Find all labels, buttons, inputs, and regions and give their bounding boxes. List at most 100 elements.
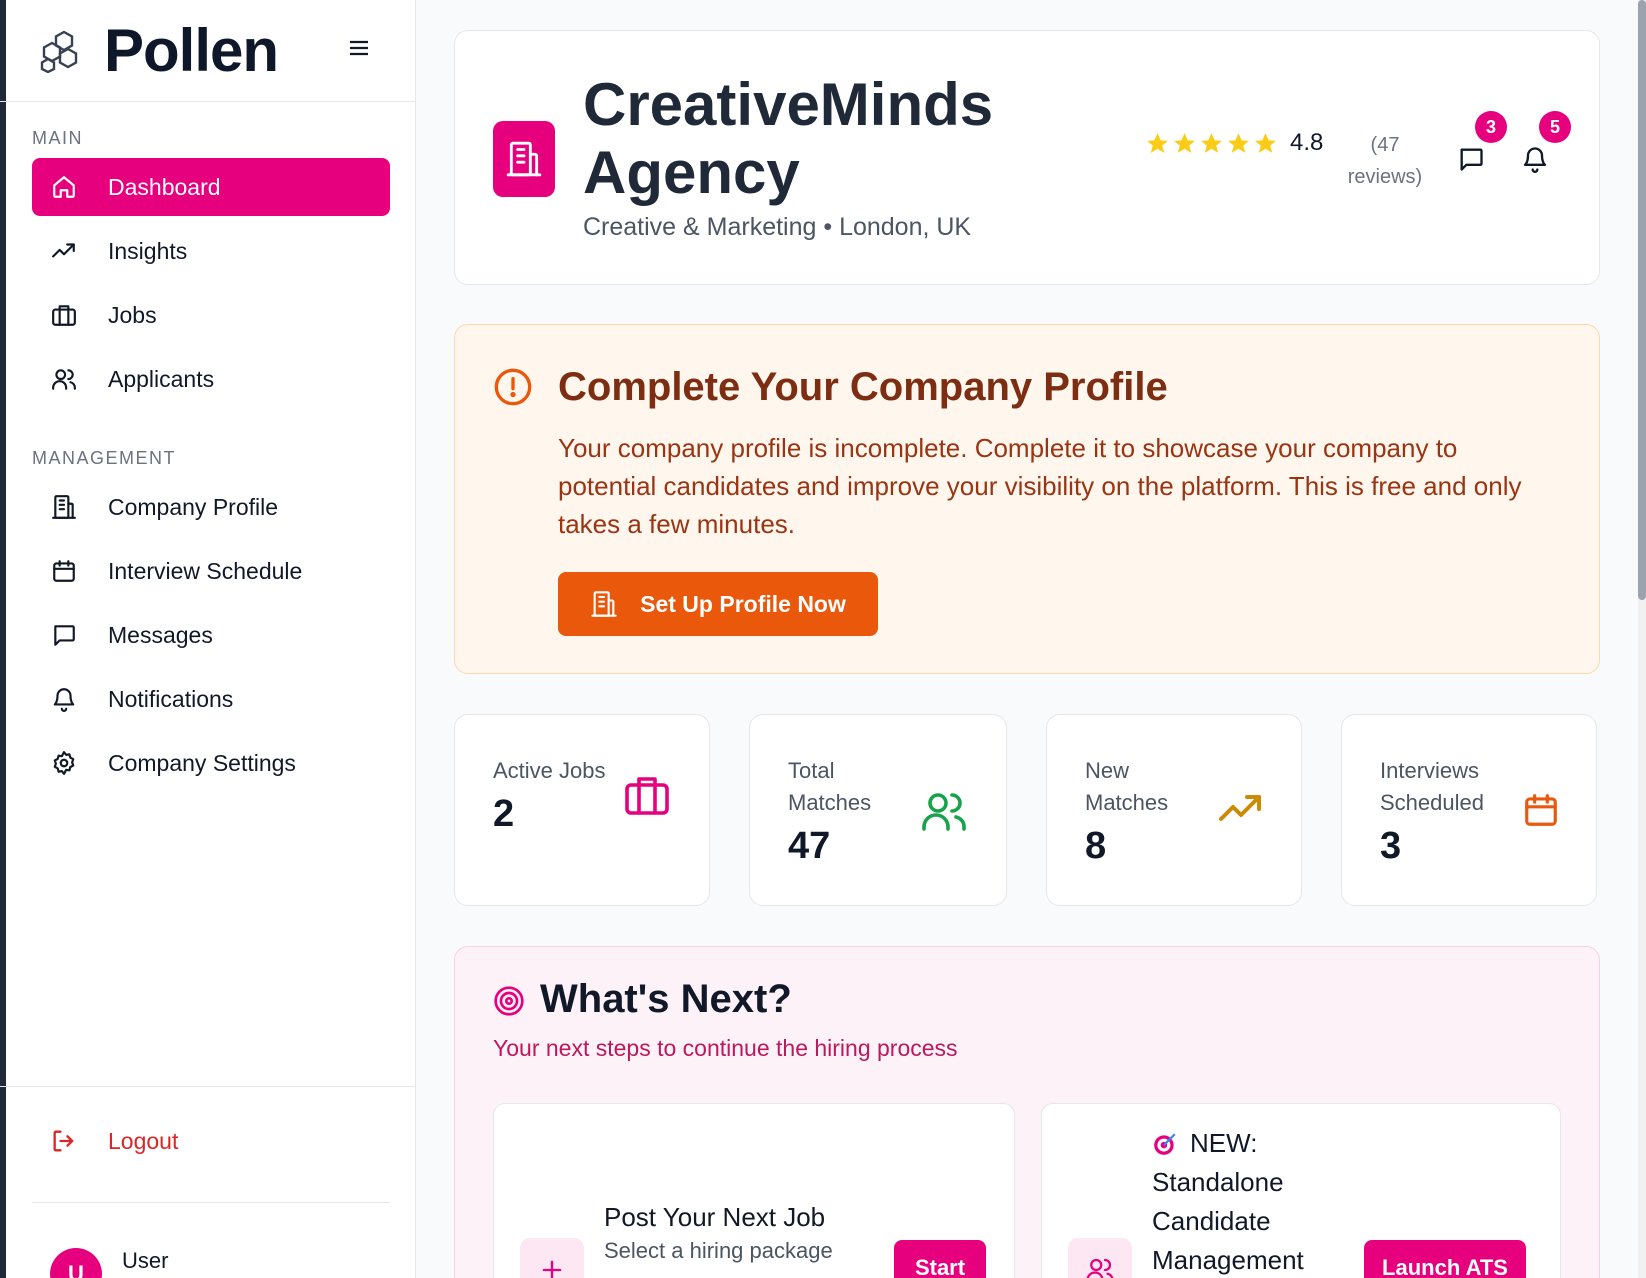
sidebar-item-label: Company Settings xyxy=(108,749,296,776)
bell-icon[interactable] xyxy=(1521,145,1549,173)
sidebar-item-label: Messages xyxy=(108,621,213,648)
messages-badge: 3 xyxy=(1475,111,1507,143)
next-step-launch-ats[interactable]: NEW: Standalone Candidate Management Lau… xyxy=(1041,1103,1561,1278)
star-icon xyxy=(1201,132,1222,153)
sidebar-item-label: Notifications xyxy=(108,685,234,712)
user-name: User xyxy=(122,1248,169,1273)
start-button[interactable]: Start xyxy=(894,1240,986,1278)
plus-icon xyxy=(520,1238,584,1278)
stat-card-active-jobs: Active Jobs 2 xyxy=(454,714,710,906)
company-name: CreativeMinds Agency xyxy=(583,71,994,206)
bell-icon xyxy=(50,685,78,713)
pollen-logo-icon xyxy=(40,30,78,73)
stat-card-interviews-scheduled: Interviews Scheduled 3 xyxy=(1341,714,1597,906)
review-count: (47 reviews) xyxy=(1347,134,1423,188)
brand-header: Pollen xyxy=(0,0,415,102)
users-icon xyxy=(1068,1238,1132,1278)
launch-ats-button[interactable]: Launch ATS xyxy=(1364,1240,1526,1278)
stat-label: New Matches xyxy=(1085,758,1169,815)
next-step-post-job[interactable]: Post Your Next Job Select a hiring packa… xyxy=(493,1103,1015,1278)
set-up-profile-button[interactable]: Set Up Profile Now xyxy=(558,572,878,636)
sidebar-item-label: Dashboard xyxy=(108,173,221,200)
building-icon xyxy=(506,141,542,177)
stat-value: 3 xyxy=(1380,825,1402,867)
stat-label: Active Jobs xyxy=(493,758,606,783)
sidebar: Pollen MAIN Dashboard Insights Jobs Appl… xyxy=(0,0,416,1278)
stat-card-new-matches: New Matches 8 xyxy=(1046,714,1302,906)
rating: 4.8 xyxy=(1145,129,1323,157)
sidebar-item-messages[interactable]: Messages xyxy=(32,606,390,664)
users-icon xyxy=(922,793,966,831)
sidebar-item-company-settings[interactable]: Company Settings xyxy=(32,734,390,792)
home-icon xyxy=(50,173,78,201)
user-divider xyxy=(32,1202,390,1203)
sidebar-item-label: Applicants xyxy=(108,365,215,392)
stat-value: 2 xyxy=(493,793,515,835)
whats-next-title: What's Next? xyxy=(540,977,792,1021)
rating-stars xyxy=(1145,131,1278,156)
complete-profile-alert: Complete Your Company Profile Your compa… xyxy=(454,324,1600,674)
building-icon xyxy=(591,591,617,617)
sidebar-item-company-profile[interactable]: Company Profile xyxy=(32,478,390,536)
users-icon xyxy=(50,365,78,393)
stat-label: Total Matches xyxy=(788,758,872,815)
building-icon xyxy=(50,493,78,521)
briefcase-icon xyxy=(625,777,669,815)
scrollbar-thumb[interactable] xyxy=(1638,0,1646,600)
company-logo xyxy=(493,121,555,197)
whats-next-card: What's Next? Your next steps to continue… xyxy=(454,946,1600,1278)
gear-icon xyxy=(50,749,78,777)
section-label-management: MANAGEMENT xyxy=(32,448,177,468)
next-step-subtitle: Select a hiring package xyxy=(604,1238,833,1263)
scrollbar[interactable] xyxy=(1638,0,1646,1278)
new-badge: NEW: xyxy=(1190,1128,1258,1158)
logout-label: Logout xyxy=(108,1127,179,1154)
calendar-icon xyxy=(1525,794,1557,826)
management-nav: Company Profile Interview Schedule Messa… xyxy=(32,478,390,798)
alert-title: Complete Your Company Profile xyxy=(558,365,1168,409)
sidebar-item-dashboard[interactable]: Dashboard xyxy=(32,158,390,216)
alert-text: Your company profile is incomplete. Comp… xyxy=(558,433,1522,539)
logout-button[interactable]: Logout xyxy=(32,1112,390,1170)
rating-value: 4.8 xyxy=(1290,129,1324,156)
sidebar-item-jobs[interactable]: Jobs xyxy=(32,286,390,344)
stat-card-total-matches: Total Matches 47 xyxy=(749,714,1007,906)
stat-value: 8 xyxy=(1085,825,1107,867)
main-nav: Dashboard Insights Jobs Applicants xyxy=(32,158,390,414)
dart-target-icon xyxy=(1154,1132,1176,1155)
sidebar-item-notifications[interactable]: Notifications xyxy=(32,670,390,728)
message-icon[interactable] xyxy=(1457,145,1485,173)
sidebar-item-label: Jobs xyxy=(108,301,157,328)
sidebar-item-label: Interview Schedule xyxy=(108,557,303,584)
briefcase-icon xyxy=(50,301,78,329)
stat-value: 47 xyxy=(788,825,831,867)
next-step-title: Post Your Next Job xyxy=(604,1202,826,1232)
target-icon xyxy=(494,986,524,1016)
notifications-badge: 5 xyxy=(1539,111,1571,143)
star-icon xyxy=(1255,132,1276,153)
button-label: Set Up Profile Now xyxy=(640,590,846,617)
new-badge-row: NEW: xyxy=(1152,1124,1342,1163)
sidebar-item-interview-schedule[interactable]: Interview Schedule xyxy=(32,542,390,600)
message-icon xyxy=(50,621,78,649)
star-icon xyxy=(1174,132,1195,153)
star-icon xyxy=(1147,132,1168,153)
logout-icon xyxy=(53,1130,74,1152)
hamburger-menu-icon[interactable] xyxy=(347,36,371,60)
section-label-main: MAIN xyxy=(32,128,83,148)
avatar[interactable]: U xyxy=(50,1248,102,1278)
next-step-title-block: NEW: Standalone Candidate Management xyxy=(1152,1124,1342,1278)
company-subtitle: Creative & Marketing • London, UK xyxy=(583,213,972,241)
brand-name: Pollen xyxy=(104,17,279,84)
trending-up-icon xyxy=(50,237,78,265)
sidebar-item-insights[interactable]: Insights xyxy=(32,222,390,280)
next-step-title: Standalone Candidate Management xyxy=(1152,1167,1304,1275)
sidebar-item-applicants[interactable]: Applicants xyxy=(32,350,390,408)
star-icon xyxy=(1228,132,1249,153)
sidebar-divider xyxy=(0,1086,416,1087)
whats-next-subtitle: Your next steps to continue the hiring p… xyxy=(493,1035,958,1061)
company-header-card: CreativeMinds Agency Creative & Marketin… xyxy=(454,30,1600,285)
sidebar-item-label: Insights xyxy=(108,237,188,264)
alert-circle-icon xyxy=(494,368,532,406)
calendar-icon xyxy=(50,557,78,585)
